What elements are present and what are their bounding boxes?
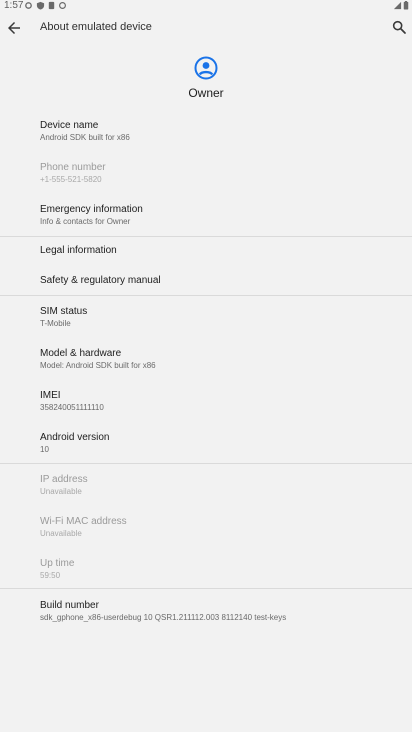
account-circle-icon	[194, 56, 218, 80]
android-version-title: Android version	[40, 432, 110, 443]
phone-number-summary: +1-555-521-5820	[40, 175, 102, 184]
wifi-mac-address-item: Wi-Fi MAC address Unavailable	[0, 508, 412, 548]
phone-number-item: Phone number +1-555-521-5820	[0, 154, 412, 194]
phone-number-title: Phone number	[40, 162, 106, 173]
wifi-mac-address-title: Wi-Fi MAC address	[40, 516, 127, 527]
shield-icon	[36, 1, 45, 10]
search-icon[interactable]	[391, 19, 407, 35]
ip-address-item: IP address Unavailable	[0, 466, 412, 506]
model-hardware-title: Model & hardware	[40, 348, 122, 359]
legal-information-item[interactable]: Legal information	[0, 238, 412, 264]
sim-icon	[48, 1, 55, 10]
build-number-item[interactable]: Build number sdk_gphone_x86-userdebug 10…	[0, 592, 412, 632]
battery-icon	[403, 1, 409, 10]
model-hardware-summary: Model: Android SDK built for x86	[40, 361, 156, 370]
emergency-information-title: Emergency information	[40, 204, 143, 215]
app-bar: About emulated device	[0, 14, 412, 42]
back-arrow-icon[interactable]	[5, 19, 23, 37]
divider	[0, 588, 412, 589]
ip-address-summary: Unavailable	[40, 487, 82, 496]
sim-status-summary: T-Mobile	[40, 319, 71, 328]
android-version-item[interactable]: Android version 10	[0, 424, 412, 464]
device-name-title: Device name	[40, 120, 99, 131]
imei-summary: 358240051111110	[40, 403, 104, 412]
safety-regulatory-manual-title: Safety & regulatory manual	[40, 275, 161, 286]
imei-item[interactable]: IMEI 358240051111110	[0, 382, 412, 422]
refresh-icon	[59, 2, 66, 9]
sim-status-title: SIM status	[40, 306, 88, 317]
gear-icon	[25, 2, 32, 9]
page-title: About emulated device	[40, 21, 152, 33]
divider	[0, 236, 412, 237]
emergency-information-item[interactable]: Emergency information Info & contacts fo…	[0, 196, 412, 236]
legal-information-title: Legal information	[40, 245, 117, 256]
up-time-item: Up time 59:50	[0, 550, 412, 590]
android-version-summary: 10	[40, 445, 49, 454]
model-hardware-item[interactable]: Model & hardware Model: Android SDK buil…	[0, 340, 412, 380]
imei-title: IMEI	[40, 390, 61, 401]
emergency-information-summary: Info & contacts for Owner	[40, 217, 131, 226]
status-time: 1:57	[4, 0, 24, 11]
build-number-title: Build number	[40, 600, 99, 611]
device-name-item[interactable]: Device name Android SDK built for x86	[0, 112, 412, 152]
signal-icon	[393, 1, 402, 10]
device-name-summary: Android SDK built for x86	[40, 133, 130, 142]
owner-profile: Owner	[0, 56, 412, 100]
divider	[0, 295, 412, 296]
owner-name: Owner	[188, 86, 224, 100]
up-time-title: Up time	[40, 558, 75, 569]
sim-status-item[interactable]: SIM status T-Mobile	[0, 298, 412, 338]
wifi-mac-address-summary: Unavailable	[40, 529, 82, 538]
up-time-summary: 59:50	[40, 571, 61, 580]
ip-address-title: IP address	[40, 474, 88, 485]
safety-regulatory-manual-item[interactable]: Safety & regulatory manual	[0, 268, 412, 294]
status-bar: 1:57	[0, 0, 412, 12]
divider	[0, 463, 412, 464]
build-number-summary: sdk_gphone_x86-userdebug 10 QSR1.211112.…	[40, 613, 287, 622]
